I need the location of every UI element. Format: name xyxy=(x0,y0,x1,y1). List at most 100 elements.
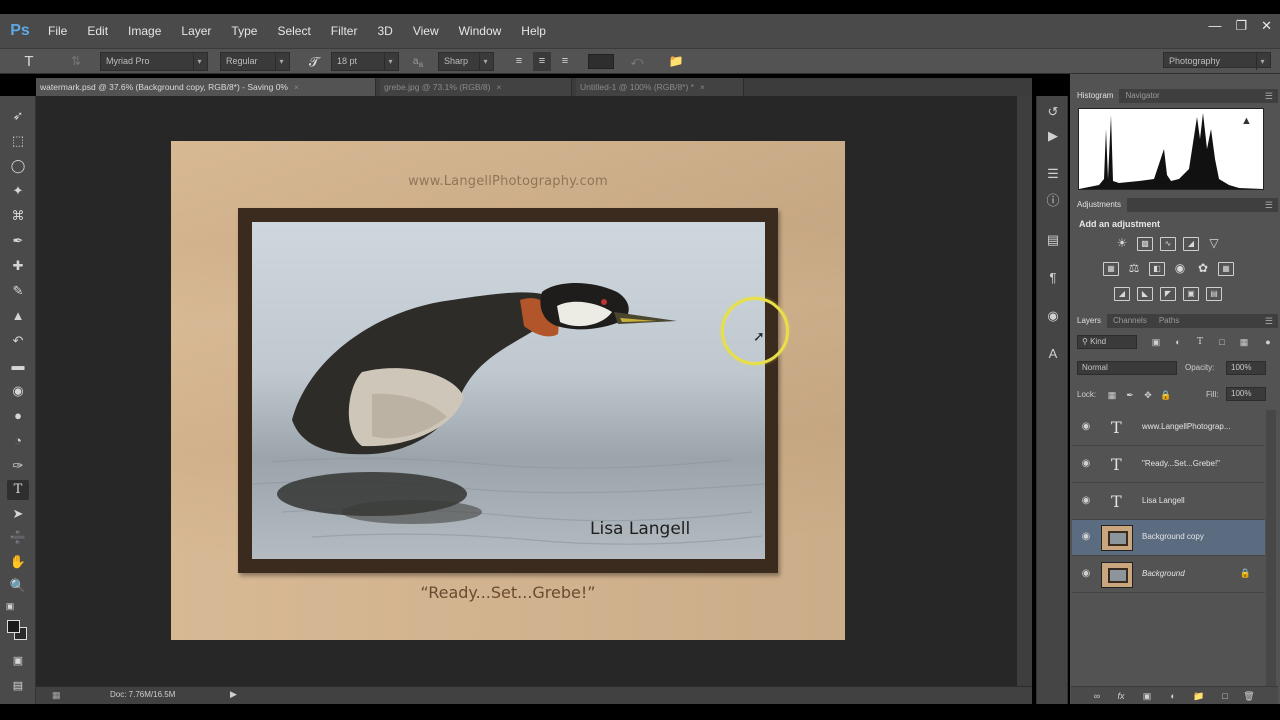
align-right-icon[interactable]: ≡ xyxy=(556,52,574,71)
layers-scrollbar[interactable] xyxy=(1266,410,1276,686)
align-left-icon[interactable]: ≡ xyxy=(510,52,528,71)
default-colors-icon[interactable]: ▣ xyxy=(4,596,16,616)
close-icon[interactable]: × xyxy=(294,82,299,92)
menu-window[interactable]: Window xyxy=(449,20,512,42)
line-tool-icon[interactable]: ➗ xyxy=(7,528,29,548)
close-icon[interactable]: × xyxy=(496,82,501,92)
lock-position-icon[interactable]: ✥ xyxy=(1142,389,1154,401)
minimize-icon[interactable]: — xyxy=(1208,18,1221,34)
layer-row[interactable]: ◉ T www.LangellPhotograp... xyxy=(1072,410,1265,446)
menu-file[interactable]: File xyxy=(38,20,77,42)
brush-tool-icon[interactable]: ✎ xyxy=(7,281,29,301)
filter-toggle-icon[interactable]: ● xyxy=(1262,336,1274,348)
font-size-dropdown[interactable]: 18 pt ▾ xyxy=(331,52,399,71)
filter-adjustment-icon[interactable]: ◐ xyxy=(1172,336,1184,348)
healing-brush-tool-icon[interactable]: ✚ xyxy=(7,256,29,276)
menu-help[interactable]: Help xyxy=(511,20,556,42)
panel-menu-icon[interactable]: ☰ xyxy=(1265,198,1273,212)
menu-select[interactable]: Select xyxy=(267,20,320,42)
warp-text-icon[interactable]: ⤺ xyxy=(628,52,646,71)
lock-all-icon[interactable]: 🔒 xyxy=(1160,389,1172,401)
layer-row[interactable]: ◉ T "Ready...Set...Grebe!" xyxy=(1072,447,1265,483)
tab-histogram[interactable]: Histogram xyxy=(1071,89,1120,103)
layer-row[interactable]: ◉ T Lisa Langell xyxy=(1072,484,1265,520)
menu-image[interactable]: Image xyxy=(118,20,171,42)
lock-transparent-icon[interactable]: ▦ xyxy=(1106,389,1118,401)
channel-mixer-icon[interactable]: ✿ xyxy=(1195,262,1211,276)
character-panel-icon[interactable]: A xyxy=(1043,344,1063,364)
layer-row[interactable]: ◉ Background 🔒 xyxy=(1072,557,1265,593)
quick-select-tool-icon[interactable]: ✦ xyxy=(7,181,29,201)
close-icon[interactable]: ✕ xyxy=(1261,18,1272,34)
quick-mask-icon[interactable]: ▣ xyxy=(7,651,29,671)
new-adjustment-icon[interactable]: ◐ xyxy=(1167,690,1179,702)
pen-tool-icon[interactable]: ✑ xyxy=(7,456,29,476)
filter-smart-object-icon[interactable]: ▦ xyxy=(1238,336,1250,348)
tab-grebe[interactable]: grebe.jpg @ 73.1% (RGB/8) × xyxy=(380,78,572,96)
tab-layers[interactable]: Layers xyxy=(1071,314,1108,328)
text-orientation-icon[interactable]: ⇅ xyxy=(66,52,86,71)
new-layer-icon[interactable]: □ xyxy=(1219,690,1231,702)
paragraph-panel-icon[interactable]: ¶ xyxy=(1043,268,1063,288)
vibrance-icon[interactable]: ▽ xyxy=(1206,237,1222,251)
antialias-dropdown[interactable]: Sharp ▾ xyxy=(438,52,494,71)
lock-pixels-icon[interactable]: ✒ xyxy=(1124,389,1136,401)
path-selection-tool-icon[interactable]: ➤ xyxy=(7,504,29,524)
delete-layer-icon[interactable]: 🗑 xyxy=(1243,690,1255,702)
brush-presets-icon[interactable]: ▤ xyxy=(1043,230,1063,250)
tab-adjustments[interactable]: Adjustments xyxy=(1071,198,1128,212)
screen-mode-icon[interactable]: ▤ xyxy=(7,676,29,696)
fill-input[interactable]: 100% xyxy=(1226,387,1266,401)
panel-menu-icon[interactable]: ☰ xyxy=(1265,314,1273,328)
dodge-tool-icon[interactable]: ◔ xyxy=(7,431,29,451)
eyedropper-tool-icon[interactable]: ✒ xyxy=(7,231,29,251)
curves-icon[interactable]: ∿ xyxy=(1160,237,1176,251)
menu-3d[interactable]: 3D xyxy=(367,20,402,42)
filter-pixel-icon[interactable]: ▣ xyxy=(1150,336,1162,348)
gradient-map-icon[interactable]: ▤ xyxy=(1206,287,1222,301)
warning-icon[interactable]: ▲ xyxy=(1241,115,1252,127)
clone-stamp-tool-icon[interactable]: ▲ xyxy=(7,306,29,326)
menu-edit[interactable]: Edit xyxy=(77,20,118,42)
font-style-dropdown[interactable]: Regular ▾ xyxy=(220,52,290,71)
black-white-icon[interactable]: ◧ xyxy=(1149,262,1165,276)
blend-mode-dropdown[interactable]: Normal xyxy=(1077,361,1177,375)
marquee-tool-icon[interactable]: ⬚ xyxy=(7,131,29,151)
panel-menu-icon[interactable]: ☰ xyxy=(1265,89,1273,103)
exposure-icon[interactable]: ◢ xyxy=(1183,237,1199,251)
restore-icon[interactable]: ❐ xyxy=(1235,18,1247,34)
menu-type[interactable]: Type xyxy=(221,20,267,42)
status-menu-icon[interactable]: ▦ xyxy=(52,690,61,701)
close-icon[interactable]: × xyxy=(700,82,705,92)
tab-paths[interactable]: Paths xyxy=(1153,314,1185,328)
selective-color-icon[interactable]: ▣ xyxy=(1183,287,1199,301)
eye-icon[interactable]: ◉ xyxy=(1079,568,1093,579)
type-tool-icon[interactable]: T xyxy=(7,480,29,500)
tab-navigator[interactable]: Navigator xyxy=(1119,89,1165,103)
workspace-dropdown[interactable]: Photography ▾ xyxy=(1163,52,1271,70)
tab-untitled[interactable]: Untitled-1 @ 100% (RGB/8*) * × xyxy=(576,78,744,96)
layer-style-icon[interactable]: fx xyxy=(1115,690,1127,702)
menu-view[interactable]: View xyxy=(403,20,449,42)
eye-icon[interactable]: ◉ xyxy=(1079,458,1093,469)
hand-tool-icon[interactable]: ✋ xyxy=(7,552,29,572)
properties-panel-icon[interactable]: ☰ xyxy=(1043,164,1063,184)
layer-row-selected[interactable]: ◉ Background copy xyxy=(1072,520,1265,556)
text-color-swatch[interactable] xyxy=(588,54,614,69)
align-center-icon[interactable]: ≡ xyxy=(533,52,551,71)
lasso-tool-icon[interactable]: ◯ xyxy=(7,156,29,176)
character-panel-icon[interactable]: 📁 xyxy=(666,52,686,71)
threshold-icon[interactable]: ◤ xyxy=(1160,287,1176,301)
color-balance-icon[interactable]: ⚖ xyxy=(1126,262,1142,276)
paint-bucket-tool-icon[interactable]: ◉ xyxy=(7,381,29,401)
styles-panel-icon[interactable]: ◉ xyxy=(1043,306,1063,326)
eye-icon[interactable]: ◉ xyxy=(1079,495,1093,506)
move-tool-icon[interactable]: ➶ xyxy=(7,106,29,126)
brightness-icon[interactable]: ☀ xyxy=(1114,237,1130,251)
filter-shape-icon[interactable]: □ xyxy=(1216,336,1228,348)
zoom-tool-icon[interactable]: 🔍 xyxy=(7,576,29,596)
blur-tool-icon[interactable]: ● xyxy=(7,406,29,426)
font-family-dropdown[interactable]: Myriad Pro ▾ xyxy=(100,52,208,71)
menu-filter[interactable]: Filter xyxy=(321,20,368,42)
eye-icon[interactable]: ◉ xyxy=(1079,531,1093,542)
